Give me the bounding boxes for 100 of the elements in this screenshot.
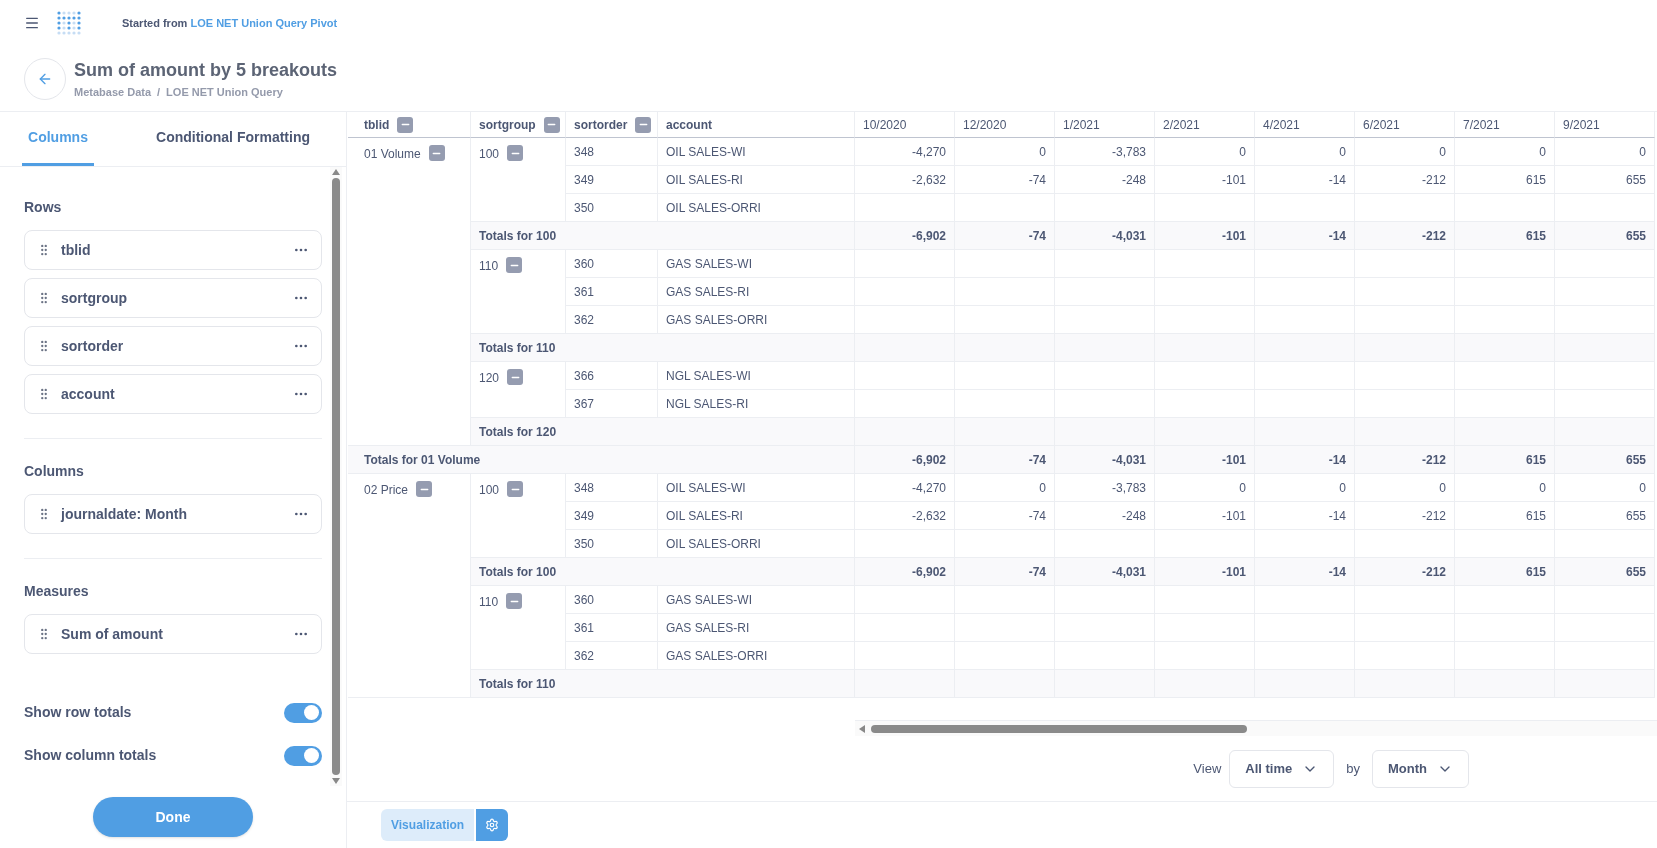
- column-header: 7/2021: [1455, 112, 1555, 138]
- subtotal-label: Totals for 100: [471, 222, 855, 250]
- value-cell: -6,902: [855, 446, 955, 474]
- scroll-down-arrow-icon[interactable]: [332, 778, 340, 784]
- value-cell: 655: [1555, 446, 1655, 474]
- collapse-button[interactable]: [506, 257, 523, 273]
- value-cell: -2,632: [855, 166, 955, 194]
- value-cell: 0: [1155, 474, 1255, 502]
- scroll-left-arrow-icon[interactable]: [859, 724, 865, 733]
- value-cell: -212: [1355, 446, 1455, 474]
- value-cell: 655: [1555, 502, 1655, 530]
- collapse-button[interactable]: [416, 481, 433, 497]
- value-cell: -101: [1155, 166, 1255, 194]
- row-group-label: 110: [479, 594, 499, 611]
- unit-dropdown[interactable]: Month: [1372, 749, 1469, 788]
- collapse-button[interactable]: [428, 145, 445, 161]
- breadcrumb-separator: /: [157, 84, 161, 100]
- field-name: account: [61, 384, 116, 404]
- total-label: Totals for 01 Volume: [348, 446, 855, 474]
- value-cell: 615: [1455, 446, 1555, 474]
- column-header: 9/2021: [1555, 112, 1655, 138]
- menu-icon[interactable]: [24, 15, 40, 31]
- value-cell: -4,270: [855, 474, 955, 502]
- collapse-button[interactable]: [507, 481, 524, 497]
- row-cell: GAS SALES-RI: [658, 278, 855, 306]
- toggle-label: Show column totals: [24, 746, 157, 765]
- row-cell: 366: [566, 362, 658, 390]
- vertical-scrollbar[interactable]: [330, 167, 342, 786]
- row-cell: 360: [566, 586, 658, 614]
- value-cell: -6,902: [855, 222, 955, 250]
- field-item[interactable]: tblid: [24, 230, 322, 270]
- field-name: sortgroup: [61, 288, 129, 308]
- value-cell: 0: [1355, 474, 1455, 502]
- value-cell: 615: [1455, 222, 1555, 250]
- row-group-label: 100: [479, 146, 500, 163]
- row-cell: 348: [566, 474, 658, 502]
- collapse-button[interactable]: [507, 369, 524, 385]
- value-cell: 0: [1455, 474, 1555, 502]
- value-cell: -212: [1355, 558, 1455, 586]
- range-dropdown[interactable]: All time: [1229, 749, 1335, 788]
- toggle-switch[interactable]: [284, 702, 322, 723]
- collapse-button[interactable]: [506, 593, 523, 609]
- collapse-button[interactable]: [543, 116, 560, 133]
- subtotal-label: Totals for 100: [471, 558, 855, 586]
- field-item[interactable]: account: [24, 374, 322, 414]
- collapse-button[interactable]: [397, 116, 414, 133]
- value-cell: -74: [955, 166, 1055, 194]
- header-label: sortgroup: [479, 116, 536, 134]
- field-item[interactable]: sortorder: [24, 326, 322, 366]
- field-name: journaldate: Month: [61, 504, 188, 524]
- question-title: Sum of amount by 5 breakouts: [74, 58, 338, 82]
- field-item[interactable]: sortgroup: [24, 278, 322, 318]
- toggle-switch[interactable]: [284, 745, 322, 766]
- toggle-label: Show row totals: [24, 703, 132, 722]
- value-cell: 655: [1555, 166, 1655, 194]
- value-cell: -74: [955, 222, 1055, 250]
- value-cell: -101: [1155, 558, 1255, 586]
- value-cell: -101: [1155, 502, 1255, 530]
- field-item[interactable]: Sum of amount: [24, 614, 322, 654]
- value-cell: 0: [1255, 138, 1355, 166]
- settings-button[interactable]: [476, 809, 509, 841]
- value-cell: -3,783: [1055, 138, 1155, 166]
- row-cell: OIL SALES-RI: [658, 502, 855, 530]
- subtotal-label: Totals for 110: [471, 334, 855, 362]
- header-label: account: [666, 116, 712, 134]
- value-cell: -248: [1055, 502, 1155, 530]
- value-cell: -212: [1355, 166, 1455, 194]
- row-cell: OIL SALES-WI: [658, 474, 855, 502]
- row-cell: 349: [566, 166, 658, 194]
- value-cell: -14: [1255, 446, 1355, 474]
- row-cell: 348: [566, 138, 658, 166]
- value-cell: -74: [955, 446, 1055, 474]
- section-title: Measures: [24, 582, 90, 601]
- value-cell: 0: [1155, 138, 1255, 166]
- collapse-button[interactable]: [635, 116, 652, 133]
- field-name: sortorder: [61, 336, 125, 356]
- value-cell: -14: [1255, 166, 1355, 194]
- section-title: Rows: [24, 198, 63, 217]
- horizontal-scrollbar[interactable]: [855, 720, 1657, 736]
- value-cell: -6,902: [855, 558, 955, 586]
- row-cell: OIL SALES-RI: [658, 166, 855, 194]
- value-cell: -74: [955, 558, 1055, 586]
- row-cell: NGL SALES-WI: [658, 362, 855, 390]
- value-cell: 0: [1255, 474, 1355, 502]
- sidebar-tab[interactable]: Conditional Formatting: [154, 112, 312, 166]
- value-cell: -3,783: [1055, 474, 1155, 502]
- row-cell: 361: [566, 614, 658, 642]
- scroll-up-arrow-icon[interactable]: [332, 169, 340, 175]
- row-cell: 361: [566, 278, 658, 306]
- field-item[interactable]: journaldate: Month: [24, 494, 322, 534]
- column-header: 6/2021: [1355, 112, 1455, 138]
- collapse-button[interactable]: [507, 145, 524, 161]
- row-group-label: 100: [479, 482, 500, 499]
- view-label: View: [1193, 759, 1222, 778]
- column-header: 2/2021: [1155, 112, 1255, 138]
- section-title: Columns: [24, 462, 85, 481]
- value-cell: -74: [955, 502, 1055, 530]
- row-group-label: 02 Price: [364, 482, 409, 499]
- value-cell: 615: [1455, 502, 1555, 530]
- logo-icon[interactable]: [56, 10, 82, 36]
